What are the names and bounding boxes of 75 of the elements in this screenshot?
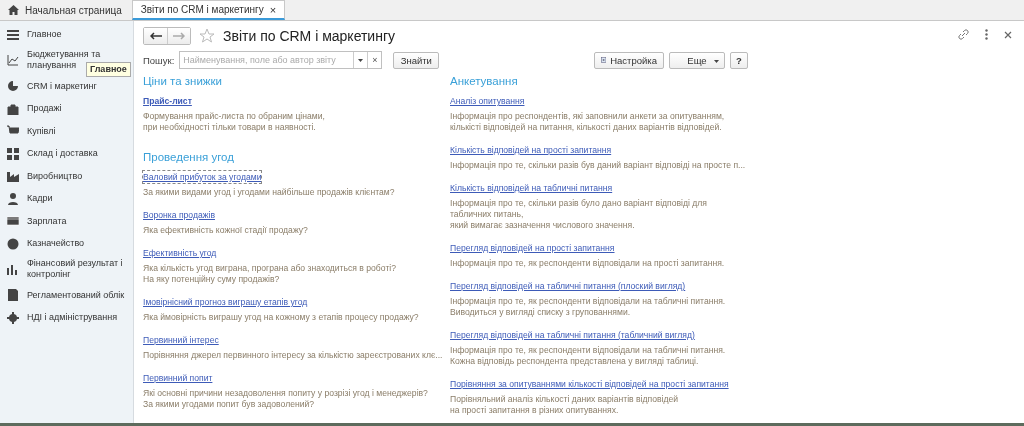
bars-icon [7,262,19,275]
back-arrow-icon [149,32,162,40]
report-description: Порівняльний аналіз кількості даних варіантів відповідей на прості запитання в різних опитуваннях. [450,394,678,416]
report-link[interactable]: Кількість відповідей на табличні питання [450,182,613,194]
report-description: Інформація про те, скільки разів було дано варіант відповіді для табличних питань, який вимагає зазначення числового значення. [450,198,707,231]
sidebar-item[interactable]: Виробництво [0,167,133,185]
pie-icon [7,80,19,92]
sidebar-item[interactable]: Продажі [0,100,133,117]
sidebar-item[interactable]: Зарплата [0,212,133,230]
section-heading: Проведення угод [143,151,235,163]
report-link[interactable]: Порівняння за опитуваннями кількості відповідей на прості запитання [450,378,729,390]
more-button[interactable]: Еще [669,51,725,69]
find-button[interactable]: Знайти [393,51,440,69]
sidebar-item[interactable]: Главное [0,26,133,43]
tooltip: Главное [86,61,131,77]
more-icon[interactable] [985,29,988,40]
section-heading: Анкетування [450,75,519,87]
star-icon[interactable] [199,28,215,44]
back-button[interactable] [144,28,167,44]
report-link[interactable]: Прайс-лист [143,95,192,107]
report-description: Інформація про респондентів, які заповнили анкети за опитуванням, кількісті відповідей на питання, кількості даних варіантів відповідей. [450,111,725,133]
sidebar-item[interactable]: Кадри [0,190,133,207]
sidebar-item[interactable]: НДІ і адміністрування [0,309,133,326]
menu-icon [7,28,19,41]
report-description: За якими видами угод і угодами найбільше продажів клієнтам? [143,187,395,198]
report-description: Інформація про те, як респонденти відповідали на прості запитання. [450,258,725,269]
report-link[interactable]: Перегляд відповідей на табличні питання (табличний вигляд) [450,329,695,341]
search-label: Пошук: [143,54,175,66]
report-link[interactable]: Ефективність угод [143,247,217,259]
report-link[interactable]: Первинний інтерес [143,334,219,346]
report-description: Яка кількість угод виграна, програна або знаходиться в роботі? На яку потенційну суму продажів? [143,263,396,285]
grid-icon [7,147,19,160]
report-link[interactable]: Аналіз опитування [450,95,525,107]
section-heading: Ціни та знижки [143,75,223,87]
chart-icon [7,53,19,66]
report-description: Які основні причини незадоволення попиту у розрізі угод і менеджерів? За якими угодами попит був задоволений? [143,388,428,410]
sidebar-item[interactable]: Купівлі [0,122,133,140]
sidebar-item[interactable]: Регламентований облік [0,286,133,304]
report-link[interactable]: Перегляд відповідей на прості запитання [450,242,615,254]
caret-icon [714,59,719,63]
report-description: Інформація про те, як респонденти відповідали на табличні питання. Кожна відповідь респондента представлена у вигляді таблиці. [450,345,726,367]
card-icon [7,215,19,227]
tab[interactable]: Начальная страница [0,0,130,20]
report-description: Яка ефективність кожної стадії продажу? [143,225,308,236]
report-description: Інформація про те, скільки разів був даний варіант відповіді на просте п... [450,160,746,171]
sidebar-item[interactable]: Казначейство [0,235,133,252]
report-link[interactable]: Імовірнісний прогноз виграшу етапів угод [143,296,308,308]
factory-icon [7,170,19,182]
bag-icon [7,102,19,115]
close-icon[interactable]: × [269,3,277,16]
tab[interactable]: Звіти по CRM і маркетингу × [131,0,286,20]
sidebar-item[interactable]: CRM і маркетинг [0,77,133,95]
cart-icon [7,125,19,137]
report-description: Інформація про те, як респонденти відповідали на табличні питання. Виводиться у вигляді списку з групованнями. [450,296,726,318]
close-icon[interactable] [1004,30,1012,39]
home-icon [8,5,19,15]
sidebar-item[interactable]: Склад і доставка [0,145,133,162]
report-description: Яка ймовірність виграшу угод на кожному з етапів процесу продажу? [143,312,419,323]
report-link[interactable]: Первинний попит [143,372,213,384]
report-link[interactable]: Валовий прибуток за угодами [143,171,262,183]
forward-arrow-icon [173,32,185,40]
report-description: Порівняння джерел первинного інтересу за кількістю зареєстрованих клє... [143,350,443,361]
help-button[interactable]: ? [730,51,748,69]
person-icon [7,192,19,205]
report-link[interactable]: Перегляд відповідей на табличні питання (плоский вигляд) [450,280,686,292]
form-title: Звіти по CRM і маркетингу [223,28,396,44]
report-link[interactable]: Кількість відповідей на прості запитання [450,144,612,156]
report-description: Формування прайс-листа по обраним цінами, при необхідності тільки товари в наявності. [143,111,325,133]
report-link[interactable]: Воронка продажів [143,209,215,221]
settings-button[interactable]: Настройка [594,51,664,69]
search-field[interactable]: Найменування, поле або автор звіту × [179,51,383,69]
caret-icon [358,58,364,62]
sidebar-item[interactable]: Фінансовий результат і контролінг [0,257,133,280]
link-icon[interactable] [958,29,969,40]
clear-button[interactable]: × [367,52,382,68]
